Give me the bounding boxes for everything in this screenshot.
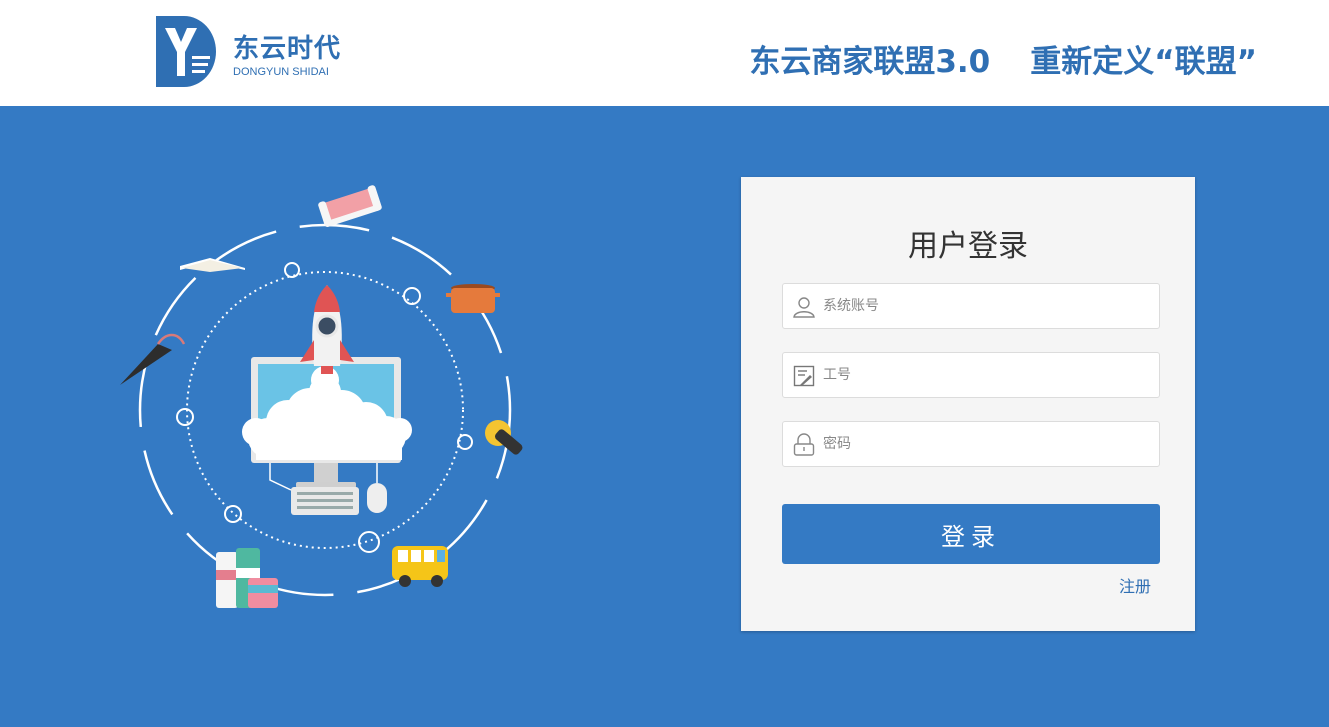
logo-icon [156, 16, 216, 87]
header: 东云时代 DONGYUN SHIDAI 东云商家联盟3.0 重新定义“联盟” [0, 0, 1329, 106]
account-field [782, 283, 1160, 329]
password-field [782, 421, 1160, 467]
account-input[interactable] [823, 284, 1153, 328]
logo-title: 东云时代 [233, 34, 342, 64]
register-link[interactable]: 注册 [1119, 573, 1151, 597]
employee-id-input[interactable] [823, 353, 1153, 397]
lock-icon [793, 433, 815, 456]
edit-icon [793, 365, 815, 387]
slogan: 东云商家联盟3.0 重新定义“联盟” [749, 36, 1257, 81]
user-icon [793, 297, 815, 318]
rocket-illustration [120, 185, 523, 608]
login-button[interactable]: 登录 [782, 504, 1160, 564]
slogan-part-1: 东云商家联盟3.0 [749, 44, 991, 80]
password-input[interactable] [823, 422, 1153, 466]
logo-subtitle: DONGYUN SHIDAI [233, 66, 329, 78]
slogan-part-2: 重新定义“联盟” [1030, 44, 1257, 80]
login-card: 用户登录 登录 注册 [741, 177, 1195, 631]
employee-id-field [782, 352, 1160, 398]
login-title: 用户登录 [908, 229, 1028, 264]
